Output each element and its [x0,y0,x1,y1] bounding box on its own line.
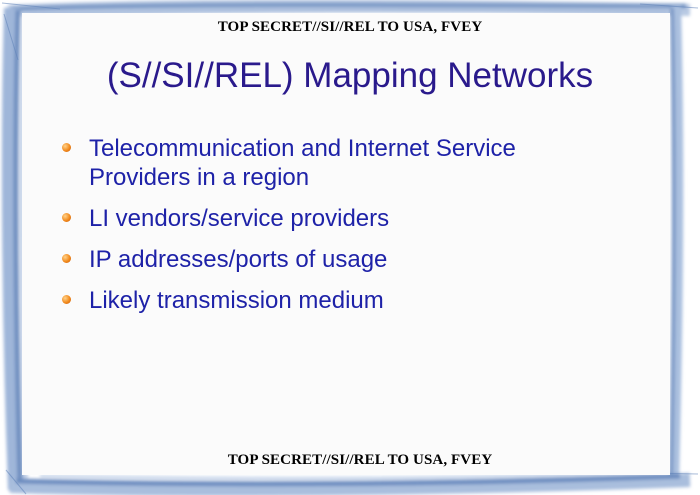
classification-banner-bottom: TOP SECRET//SI//REL TO USA, FVEY [227,452,493,468]
bullet-item: LI vendors/service providers [62,204,622,233]
orange-bullet-icon [62,143,71,152]
bullet-text-continuation: Providers in a region [89,164,310,191]
bullet-text: IP addresses/ports of usage [89,246,388,273]
slide: TOP SECRET//SI//REL TO USA, FVEY (S//SI/… [0,0,700,495]
bullet-list: Telecommunication and Internet Service P… [62,134,622,327]
bullet-text: Telecommunication and Internet Service [89,135,516,162]
bullet-item: IP addresses/ports of usage [62,245,622,274]
bullet-text: Likely transmission medium [89,287,384,314]
slide-title: (S//SI//REL) Mapping Networks [106,56,594,95]
orange-bullet-icon [62,254,71,263]
bullet-item: Likely transmission medium [62,286,622,315]
orange-bullet-icon [62,213,71,222]
bullet-item: Telecommunication and Internet Service P… [62,134,622,192]
bullet-text: LI vendors/service providers [89,205,390,232]
classification-banner-top: TOP SECRET//SI//REL TO USA, FVEY [217,19,483,35]
orange-bullet-icon [62,295,71,304]
